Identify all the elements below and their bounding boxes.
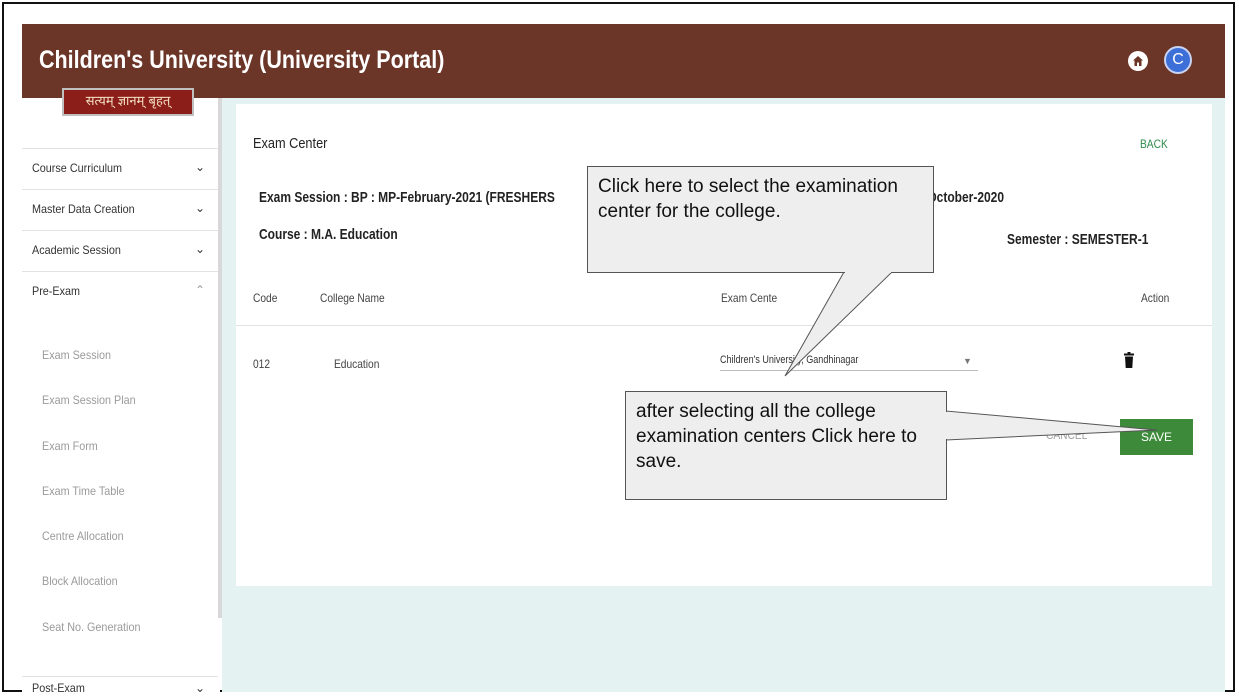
callout-pointers — [784, 271, 1158, 441]
save-callout: after selecting all the college examinat… — [625, 391, 947, 500]
select-center-callout: Click here to select the examination cen… — [587, 166, 934, 273]
